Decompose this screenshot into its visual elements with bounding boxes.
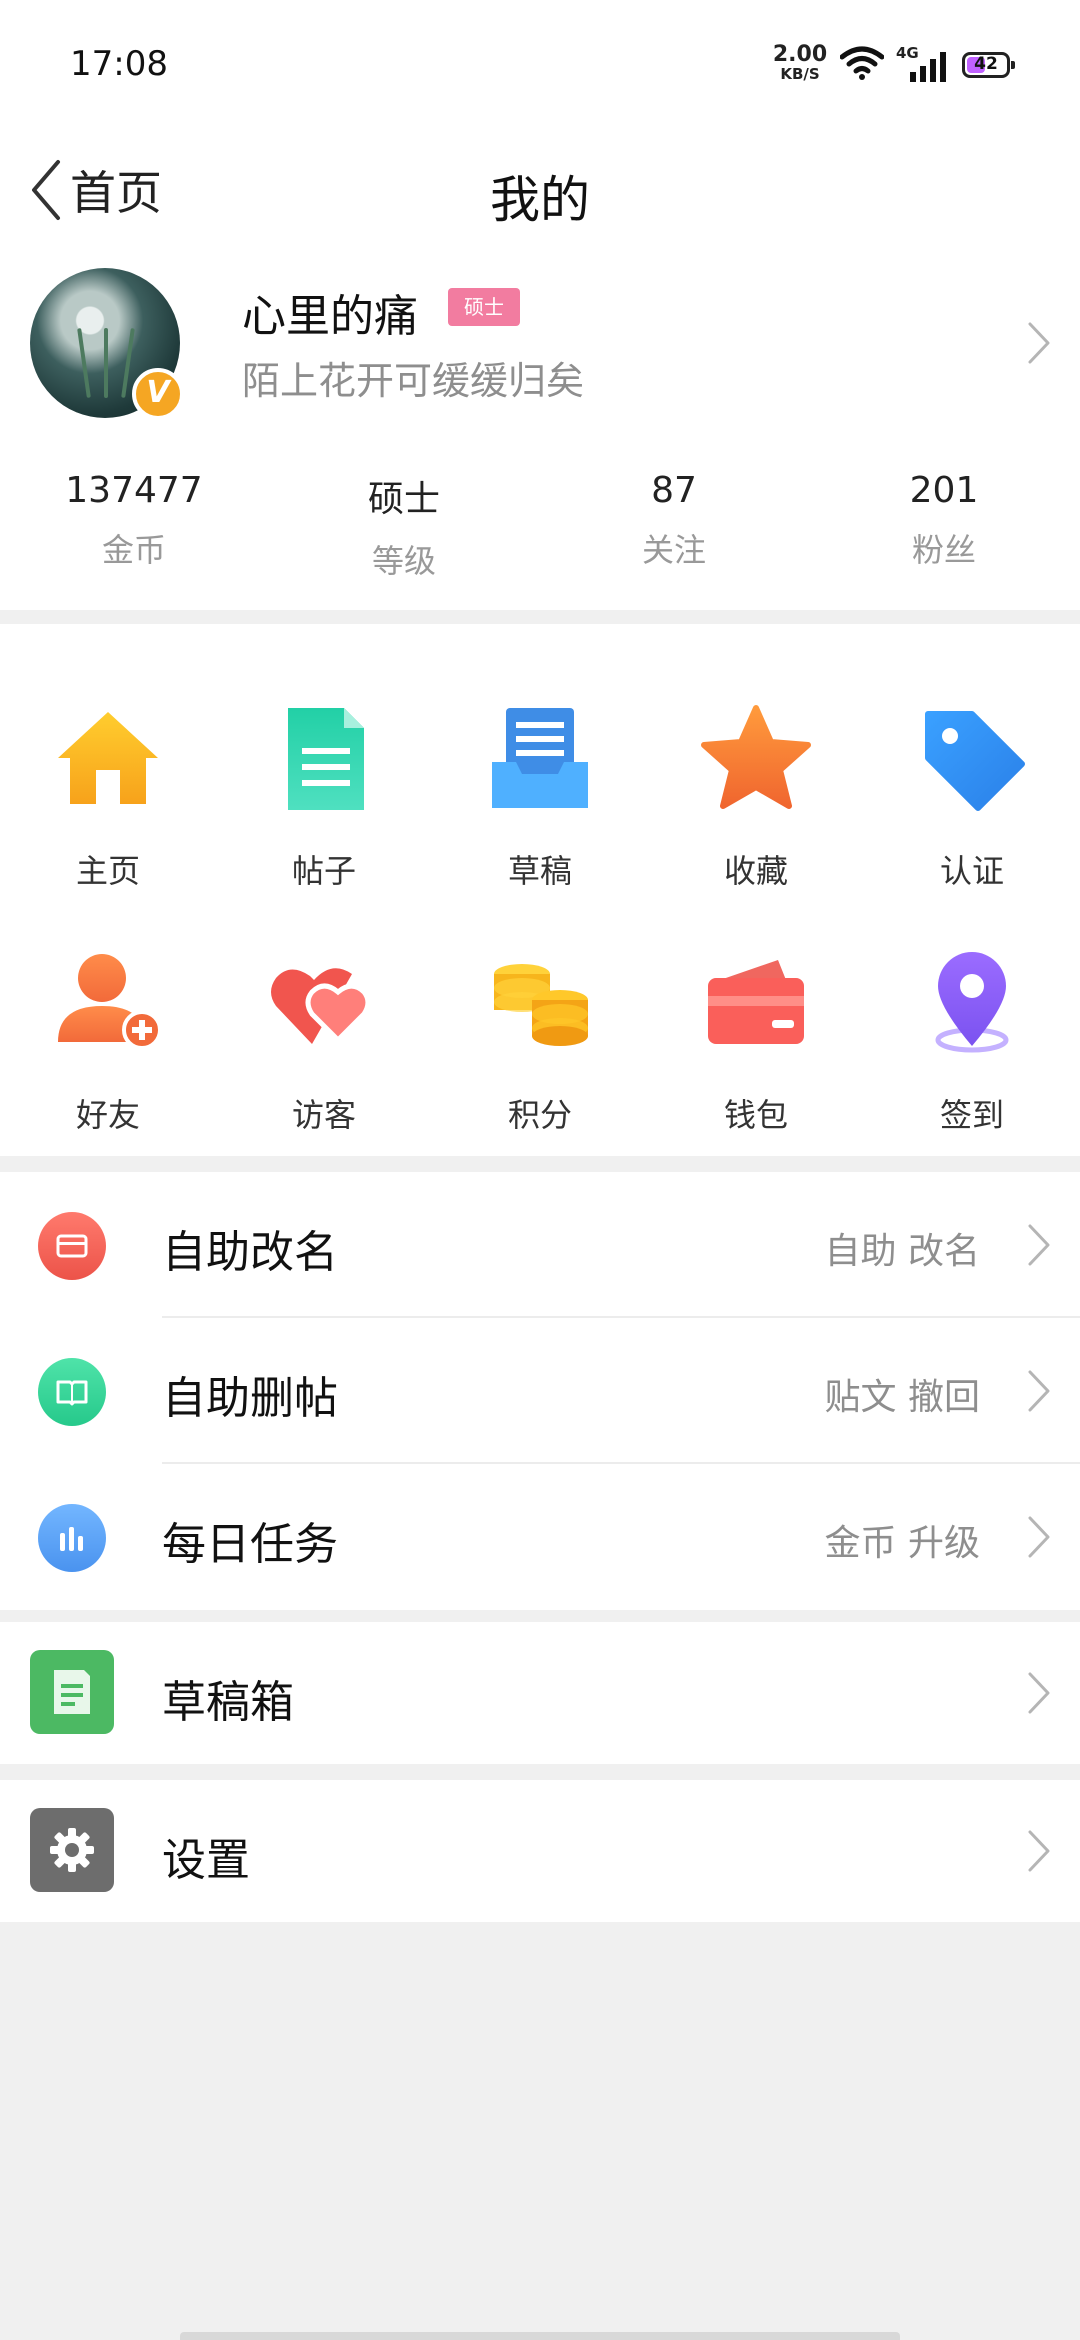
level-tag: 硕士 — [448, 288, 520, 326]
grid-item-label: 帖子 — [291, 852, 356, 890]
draft-box-icon — [30, 1650, 114, 1734]
stat-followers[interactable]: 201 粉丝 — [844, 470, 1044, 571]
chevron-right-icon — [1028, 1672, 1050, 1714]
grid-item-wallet[interactable]: 钱包 — [648, 894, 864, 1134]
drafts-box-row[interactable]: 草稿箱 — [0, 1622, 1080, 1764]
stat-following[interactable]: 87 关注 — [574, 470, 774, 571]
document-icon — [266, 700, 382, 816]
wifi-icon — [840, 46, 884, 80]
stats-row: 137477 金币 硕士 等级 87 关注 201 粉丝 — [0, 470, 1080, 610]
stat-level[interactable]: 硕士 等级 — [304, 470, 504, 582]
signal-icon: 4G — [896, 44, 946, 84]
stat-label: 关注 — [641, 531, 706, 569]
battery-level: 42 — [974, 54, 998, 74]
grid-item-label: 访客 — [291, 1096, 356, 1134]
list-item-delete-post[interactable]: 自助删帖 贴文 撤回 — [0, 1318, 1080, 1464]
stat-value: 201 — [909, 470, 979, 511]
list-item-title: 自助删帖 — [162, 1373, 338, 1424]
status-bar: 17:08 2.00 KB/S 4G 42 — [0, 0, 1080, 130]
book-icon — [38, 1358, 106, 1426]
grid-item-label: 认证 — [939, 852, 1004, 890]
grid-item-label: 草稿 — [507, 852, 572, 890]
chevron-right-icon — [1028, 1516, 1050, 1558]
user-signature: 陌上花开可缓缓归矣 — [242, 359, 585, 403]
grid-item-friends[interactable]: 好友 — [0, 894, 216, 1134]
hearts-icon — [266, 944, 382, 1060]
home-icon — [50, 700, 166, 816]
list-item-subtitle: 金币 升级 — [824, 1523, 980, 1564]
feature-grid: 主页 帖子 草稿 收藏 认证 好友 访客 积分 钱包 签到 — [0, 624, 1080, 1156]
list-item-subtitle: 自助 改名 — [824, 1231, 980, 1272]
gear-icon — [30, 1808, 114, 1892]
network-speed-unit: KB/S — [780, 65, 820, 83]
menu-list: 自助改名 自助 改名 自助删帖 贴文 撤回 每日任务 金币 升级 — [0, 1172, 1080, 1610]
chevron-right-icon — [1028, 1224, 1050, 1266]
list-item-subtitle: 贴文 撤回 — [824, 1377, 980, 1418]
page-title: 我的 — [490, 171, 590, 229]
chevron-right-icon — [1028, 1830, 1050, 1872]
coins-icon — [482, 944, 598, 1060]
stat-value: 87 — [651, 470, 697, 511]
grid-item-visitors[interactable]: 访客 — [216, 894, 432, 1134]
star-icon — [698, 700, 814, 816]
grid-item-checkin[interactable]: 签到 — [864, 894, 1080, 1134]
settings-title: 设置 — [162, 1835, 250, 1886]
grid-item-posts[interactable]: 帖子 — [216, 650, 432, 890]
stat-coins[interactable]: 137477 金币 — [34, 470, 234, 571]
add-friend-icon — [50, 944, 166, 1060]
network-speed: 2.00 KB/S — [772, 44, 828, 82]
location-pin-icon — [914, 944, 1030, 1060]
grid-item-verify[interactable]: 认证 — [864, 650, 1080, 890]
chevron-right-icon — [1028, 1370, 1050, 1412]
username: 心里的痛 — [242, 291, 418, 342]
wallet-icon — [698, 944, 814, 1060]
grid-item-label: 好友 — [75, 1096, 140, 1134]
grid-item-label: 签到 — [939, 1096, 1004, 1134]
list-item-rename[interactable]: 自助改名 自助 改名 — [0, 1172, 1080, 1318]
stat-value: 137477 — [65, 470, 203, 511]
stat-label: 金币 — [101, 531, 166, 569]
grid-item-label: 积分 — [507, 1096, 572, 1134]
list-item-title: 每日任务 — [162, 1519, 338, 1570]
tag-icon — [914, 700, 1030, 816]
card-icon — [38, 1212, 106, 1280]
grid-item-label: 收藏 — [723, 852, 788, 890]
grid-item-label: 钱包 — [723, 1096, 788, 1134]
grid-item-favorites[interactable]: 收藏 — [648, 650, 864, 890]
stat-label: 粉丝 — [911, 531, 976, 569]
chevron-right-icon — [1028, 322, 1050, 364]
draft-tray-icon — [482, 700, 598, 816]
stat-label: 等级 — [371, 542, 436, 580]
grid-item-home[interactable]: 主页 — [0, 650, 216, 890]
stat-value: 硕士 — [367, 479, 440, 520]
grid-item-drafts[interactable]: 草稿 — [432, 650, 648, 890]
home-indicator[interactable] — [180, 2332, 900, 2340]
network-speed-value: 2.00 — [772, 42, 828, 67]
bar-chart-icon — [38, 1504, 106, 1572]
status-time: 17:08 — [70, 44, 168, 84]
list-item-title: 自助改名 — [162, 1227, 338, 1278]
settings-row[interactable]: 设置 — [0, 1780, 1080, 1922]
list-item-daily-tasks[interactable]: 每日任务 金币 升级 — [0, 1464, 1080, 1610]
drafts-box-title: 草稿箱 — [162, 1677, 294, 1728]
profile-card[interactable]: V 心里的痛 硕士 陌上花开可缓缓归矣 137477 金币 硕士 等级 87 关… — [0, 250, 1080, 610]
grid-item-points[interactable]: 积分 — [432, 894, 648, 1134]
grid-item-label: 主页 — [75, 852, 140, 890]
verified-badge: V — [132, 368, 184, 420]
battery-icon: 42 — [962, 52, 1015, 78]
nav-bar: 首页 我的 — [0, 130, 1080, 250]
